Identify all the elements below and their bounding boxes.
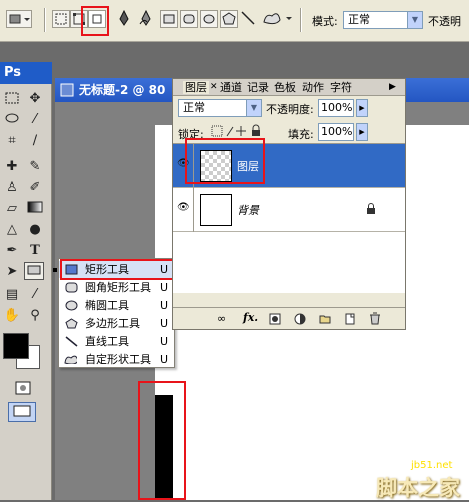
mode-select[interactable]: 正常 ▼ bbox=[343, 11, 423, 29]
zoom-tool-icon[interactable]: ⚲ bbox=[25, 307, 45, 325]
freeform-pen-icon[interactable] bbox=[138, 9, 156, 28]
flyout-item-line[interactable]: 直线工具 U bbox=[59, 333, 174, 350]
tab-character[interactable]: 字符 bbox=[330, 81, 352, 94]
watermark-site: 脚本之家 bbox=[376, 476, 460, 500]
path-selection-icon[interactable]: ➤ bbox=[2, 263, 22, 281]
ps-logo: Ps bbox=[0, 62, 52, 84]
watermark-url: jb51.net bbox=[411, 460, 453, 471]
polygon-shape-icon[interactable] bbox=[220, 10, 238, 28]
layer-row-background[interactable]: 👁 背景 bbox=[173, 188, 405, 232]
rounded-rectangle-icon bbox=[65, 282, 78, 293]
adjustment-layer-icon[interactable] bbox=[294, 313, 306, 325]
opacity-label: 不透明度: bbox=[266, 103, 314, 116]
delete-layer-icon[interactable] bbox=[369, 312, 381, 325]
layers-panel: 图层 ✕ 通道 记录 色板 动作 字符 ▶ 正常 ▼ 不透明度: 100% ▶ … bbox=[172, 78, 406, 330]
tool-preset-picker[interactable] bbox=[6, 10, 32, 28]
mode-label: 模式: bbox=[312, 15, 338, 28]
active-tool-marker bbox=[53, 268, 57, 272]
chevron-down-icon: ▼ bbox=[246, 100, 261, 116]
close-icon[interactable]: ✕ bbox=[210, 81, 218, 94]
crop-tool-icon[interactable]: ⌗ bbox=[2, 132, 22, 150]
tab-actions[interactable]: 动作 bbox=[302, 81, 324, 94]
dodge-tool-icon[interactable]: ● bbox=[25, 221, 45, 239]
pen-tool-icon[interactable] bbox=[116, 9, 134, 28]
eyedropper-icon[interactable]: ⁄ bbox=[25, 286, 45, 304]
fill-slider-arrow-icon[interactable]: ▶ bbox=[356, 123, 368, 141]
polygon-icon bbox=[65, 318, 78, 329]
highlight-shape bbox=[138, 381, 186, 500]
slice-tool-icon[interactable]: ∕ bbox=[25, 132, 45, 150]
rectangle-tool-icon[interactable] bbox=[24, 262, 44, 280]
fill-label: 填充: bbox=[288, 128, 314, 141]
new-group-icon[interactable] bbox=[319, 313, 331, 325]
history-brush-icon[interactable]: ✐ bbox=[25, 179, 45, 197]
eye-icon[interactable]: 👁 bbox=[177, 202, 190, 213]
clone-stamp-icon[interactable]: ♙ bbox=[2, 179, 22, 197]
tab-history[interactable]: 记录 bbox=[247, 81, 269, 94]
tab-swatches[interactable]: 色板 bbox=[274, 81, 296, 94]
shape-layers-icon[interactable] bbox=[52, 10, 70, 28]
highlight-layer-row bbox=[185, 138, 265, 184]
fill-input[interactable]: 100% bbox=[318, 123, 354, 141]
lock-options-icon[interactable] bbox=[211, 124, 271, 138]
healing-brush-icon[interactable]: ✚ bbox=[2, 158, 22, 176]
marquee-tool-icon[interactable] bbox=[2, 90, 22, 108]
flyout-item-rounded-rectangle[interactable]: 圆角矩形工具 U bbox=[59, 279, 174, 296]
new-layer-icon[interactable] bbox=[344, 313, 356, 325]
options-bar: 模式: 正常 ▼ 不透明 bbox=[0, 0, 469, 42]
flyout-item-polygon[interactable]: 多边形工具 U bbox=[59, 315, 174, 332]
blend-mode-select[interactable]: 正常 ▼ bbox=[178, 99, 262, 117]
pen-tool-icon[interactable]: ✒ bbox=[2, 242, 22, 260]
lasso-tool-icon[interactable] bbox=[2, 111, 22, 129]
custom-shape-picker[interactable] bbox=[260, 10, 296, 28]
layer-name[interactable]: 背景 bbox=[237, 202, 259, 218]
line-icon bbox=[65, 336, 78, 347]
opacity-slider-arrow-icon[interactable]: ▶ bbox=[356, 99, 368, 117]
tab-layers[interactable]: 图层 bbox=[183, 81, 209, 94]
flyout-item-ellipse[interactable]: 椭圆工具 U bbox=[59, 297, 174, 314]
notes-tool-icon[interactable]: ▤ bbox=[2, 286, 22, 304]
gradient-tool-icon[interactable] bbox=[25, 200, 45, 218]
ellipse-icon bbox=[65, 300, 78, 311]
move-tool-icon[interactable]: ✥ bbox=[25, 90, 45, 108]
hand-tool-icon[interactable]: ✋ bbox=[2, 307, 22, 325]
link-layers-icon[interactable]: ∞ bbox=[217, 312, 226, 325]
type-tool-icon[interactable]: T bbox=[25, 242, 45, 260]
tab-channels[interactable]: 通道 bbox=[220, 81, 242, 94]
layers-footer: ∞ fx. bbox=[173, 307, 405, 329]
highlight-rectangle-tool bbox=[60, 259, 174, 280]
chevron-down-icon: ▼ bbox=[407, 12, 422, 28]
flyout-item-custom-shape[interactable]: 自定形状工具 U bbox=[59, 351, 174, 368]
opacity-input[interactable]: 100% bbox=[318, 99, 354, 117]
rounded-rect-shape-icon[interactable] bbox=[180, 10, 198, 28]
highlight-fill-pixels bbox=[81, 6, 109, 36]
mode-value: 正常 bbox=[348, 13, 370, 26]
blur-tool-icon[interactable]: △ bbox=[2, 221, 22, 239]
eraser-tool-icon[interactable]: ▱ bbox=[2, 200, 22, 218]
layer-mask-icon[interactable] bbox=[269, 313, 281, 325]
lock-icon bbox=[367, 203, 375, 214]
quick-mask-icon[interactable] bbox=[13, 380, 33, 398]
rectangle-shape-icon[interactable] bbox=[160, 10, 178, 28]
panel-tab-row: 图层 ✕ 通道 记录 色板 动作 字符 ▶ bbox=[173, 79, 405, 96]
brush-tool-icon[interactable]: ✎ bbox=[25, 158, 45, 176]
panel-menu-icon[interactable]: ▶ bbox=[389, 81, 396, 94]
custom-shape-icon bbox=[64, 355, 77, 364]
opacity-label: 不透明 bbox=[428, 15, 461, 28]
blend-mode-value: 正常 bbox=[183, 101, 205, 114]
line-shape-icon[interactable] bbox=[240, 10, 258, 28]
layer-style-icon[interactable]: fx. bbox=[243, 311, 258, 324]
magic-wand-icon[interactable]: ⁄ bbox=[25, 111, 45, 129]
ps-doc-icon bbox=[60, 83, 74, 97]
document-title: 无标题-2 @ 80 bbox=[79, 83, 166, 97]
ellipse-shape-icon[interactable] bbox=[200, 10, 218, 28]
screen-mode-icon[interactable] bbox=[8, 402, 36, 422]
layer-thumbnail-white bbox=[200, 194, 232, 226]
